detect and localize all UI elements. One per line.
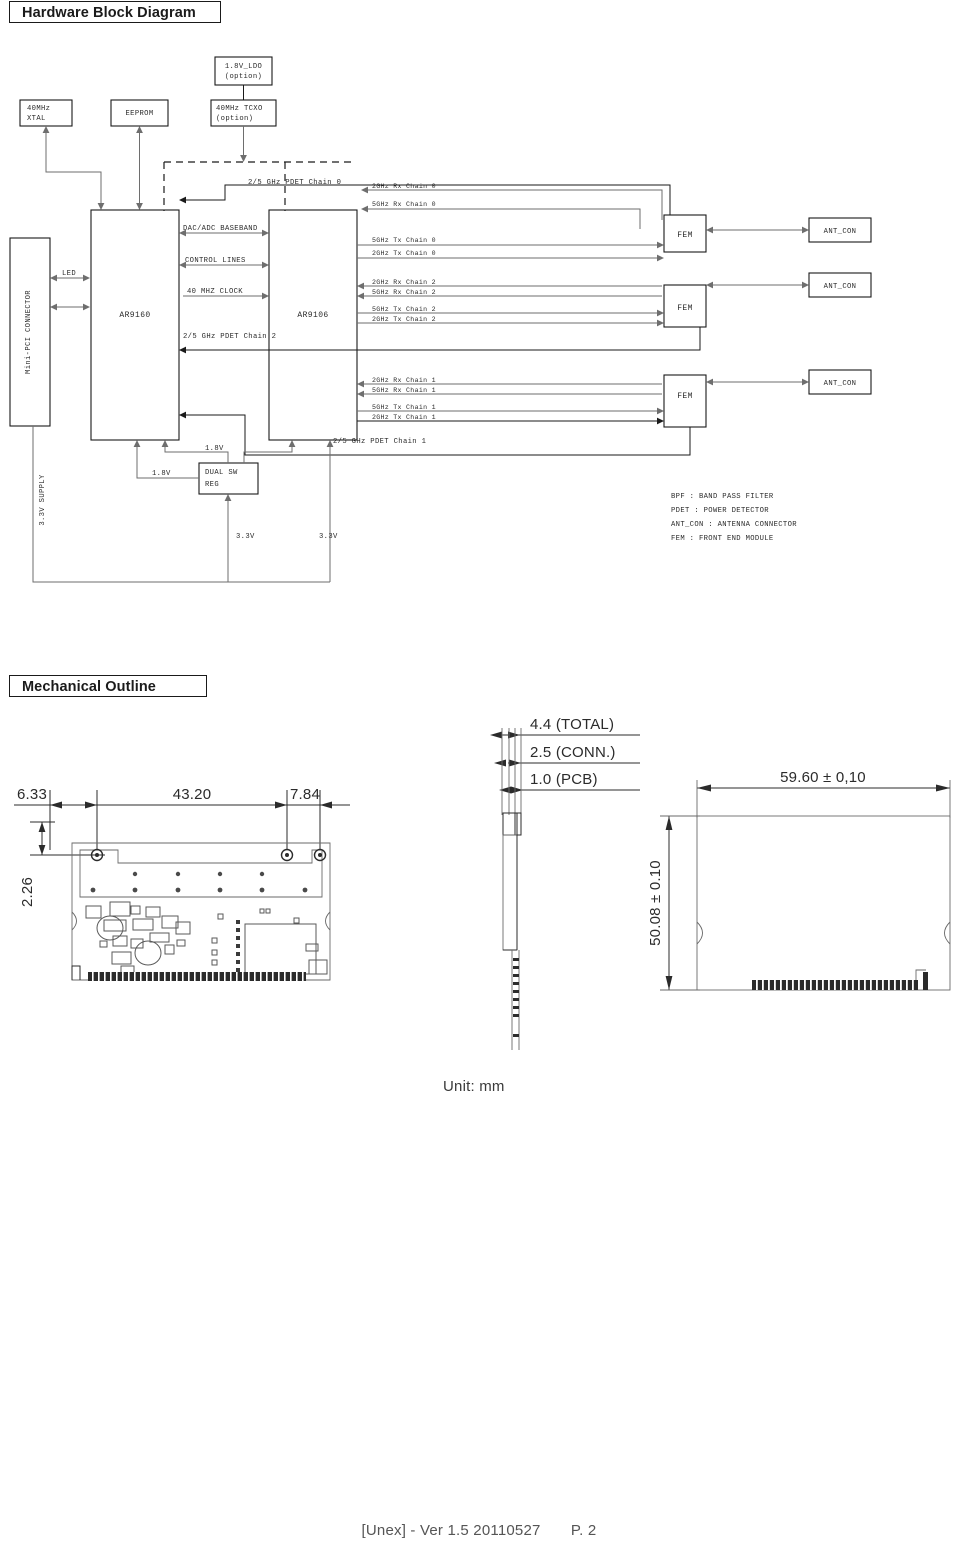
chain-label-8: 2GHz Rx Chain 1 [372,377,436,384]
block-dual-sw-reg-label-2: REG [205,481,219,489]
block-xtal-label-1: 40MHz [27,105,50,113]
dim-width-59-60: 59.60 ± 0,10 [780,769,866,786]
dim-pcb-1-0: 1.0 (PCB) [530,771,598,788]
chain-label-7: 2GHz Tx Chain 2 [372,316,436,323]
dim-conn-2-5: 2.5 (CONN.) [530,744,616,761]
power-label-supply: 3.3V SUPPLY [39,474,47,526]
chain-label-2: 5GHz Tx Chain 0 [372,237,436,244]
power-label-18v-a: 1.8V [152,470,171,478]
legend-line-1: PDET : POWER DETECTOR [671,507,769,515]
hardware-block-diagram-title: Hardware Block Diagram [9,1,221,23]
footer-version-text: [Unex] - Ver 1.5 20110527 [361,1522,541,1539]
block-fem-1-label: FEM [677,392,693,401]
block-ldo-label-1: 1.8V_LDO [225,63,262,71]
block-tcxo-label-1: 40MHz TCXO [216,105,263,113]
chain-label-3: 2GHz Tx Chain 0 [372,250,436,257]
bus-label-40mhz-clock: 40 MHZ CLOCK [187,288,243,296]
block-eeprom-label: EEPROM [126,110,154,118]
block-ar9106-label: AR9106 [297,311,328,320]
pcb-components [85,901,328,977]
bus-label-pdet-chain-1: 2/5 GHz PDET Chain 1 [333,438,426,446]
chain-group-2: 2GHz Rx Chain 2 5GHz Rx Chain 2 5GHz Tx … [357,279,664,327]
chain-group-1: 2GHz Rx Chain 1 5GHz Rx Chain 1 5GHz Tx … [357,377,664,425]
dim-span-43-20: 43.20 [173,786,212,803]
pcb-top-view: 6.33 43.20 7.84 2.26 [14,786,350,981]
dim-total-4-4: 4.4 (TOTAL) [530,716,614,733]
block-fem-0-label: FEM [677,231,693,240]
block-diagram-legend: BPF : BAND PASS FILTER PDET : POWER DETE… [671,493,797,543]
bus-label-pdet-chain-0: 2/5 GHz PDET Chain 0 [248,179,341,187]
chain-label-9: 5GHz Rx Chain 1 [372,387,436,394]
pcb-outline-view: 59.60 ± 0,10 50.08 ± 0.10 [647,769,951,991]
block-xtal-label-2: XTAL [27,115,46,123]
block-ldo-label-2: (option) [225,73,262,81]
power-label-18v-b: 1.8V [205,445,224,453]
block-dual-sw-reg-label-1: DUAL SW [205,469,238,477]
via-grid [90,871,308,893]
chain-label-10: 5GHz Tx Chain 1 [372,404,436,411]
pcb-pad-column [236,920,240,972]
bus-label-control-lines: CONTROL LINES [185,257,246,265]
chain-label-5: 5GHz Rx Chain 2 [372,289,436,296]
dim-height-50-08: 50.08 ± 0.10 [647,860,664,946]
block-dual-sw-reg [198,462,259,495]
unit-note: Unit: mm [443,1078,505,1095]
chain-label-11: 2GHz Tx Chain 1 [372,414,436,421]
bus-label-baseband: DAC/ADC BASEBAND [183,225,258,233]
dim-right-7-84: 7.84 [290,786,320,803]
block-mini-pci-label: Mini-PCI CONNECTOR [25,290,33,374]
power-label-33v-a: 3.3V [236,533,255,541]
block-ant-con-0-label: ANT_CON [824,228,857,236]
legend-line-2: ANT_CON : ANTENNA CONNECTOR [671,521,797,529]
chain-label-0: 2GHz Rx Chain 0 [372,183,436,190]
block-fem-1 [663,374,707,428]
bus-label-led: LED [62,270,76,278]
chain-label-1: 5GHz Rx Chain 0 [372,201,436,208]
hardware-block-diagram-figure: 1.8V_LDO (option) 40MHz XTAL EEPROM 40MH… [0,30,958,620]
mechanical-outline-figure: 6.33 43.20 7.84 2.26 4.4 (TOTAL) 2.5 (CO… [0,700,958,1100]
block-ar9160-label: AR9160 [119,311,150,320]
dim-vert-2-26: 2.26 [19,877,36,907]
page-footer: [Unex] - Ver 1.5 20110527 P. 2 [0,1522,958,1539]
block-ant-con-2-label: ANT_CON [824,283,857,291]
mounting-holes [90,848,327,862]
block-ar9160 [90,209,180,441]
legend-line-3: FEM : FRONT END MODULE [671,535,774,543]
chain-label-4: 2GHz Rx Chain 2 [372,279,436,286]
bus-label-pdet-chain-2: 2/5 GHz PDET Chain 2 [183,333,276,341]
chain-group-0: 2GHz Rx Chain 0 5GHz Rx Chain 0 5GHz Tx … [357,183,664,262]
power-label-33v-b: 3.3V [319,533,338,541]
block-tcxo-label-2: (option) [216,115,253,123]
block-ar9106 [268,209,358,441]
footer-page-number: P. 2 [570,1522,597,1539]
chain-label-6: 5GHz Tx Chain 2 [372,306,436,313]
block-ant-con-1-label: ANT_CON [824,380,857,388]
legend-line-0: BPF : BAND PASS FILTER [671,493,774,501]
pcb-side-view: 4.4 (TOTAL) 2.5 (CONN.) 1.0 (PCB) [490,716,640,1050]
block-fem-2-label: FEM [677,304,693,313]
dim-left-6-33: 6.33 [17,786,47,803]
side-view-pins [513,958,519,1037]
mechanical-outline-title: Mechanical Outline [9,675,207,697]
